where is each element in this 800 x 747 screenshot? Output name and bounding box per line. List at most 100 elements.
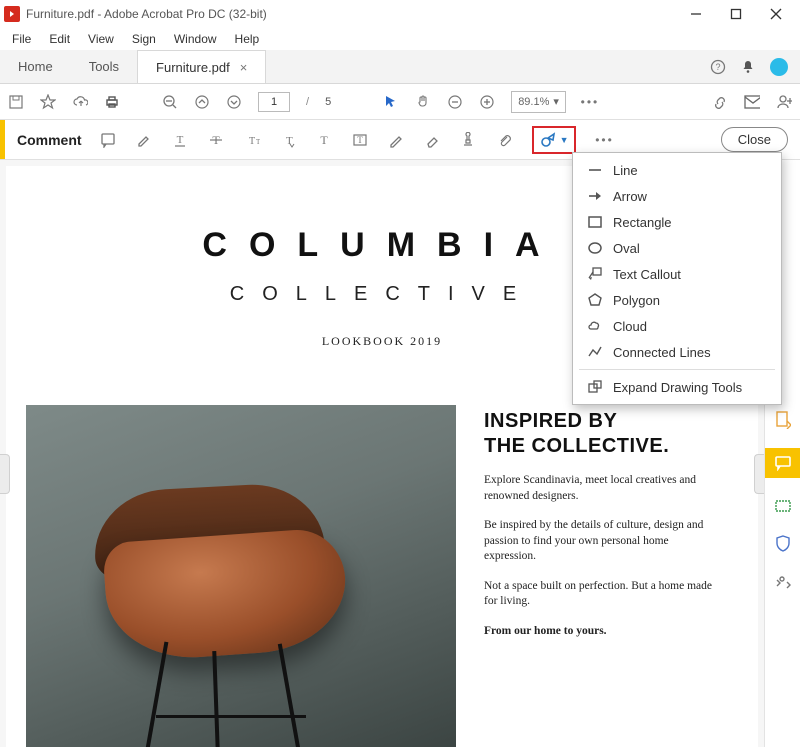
svg-text:T: T bbox=[176, 134, 183, 146]
zoom-out-icon[interactable] bbox=[162, 94, 178, 110]
paragraph-3: Not a space built on perfection. But a h… bbox=[484, 579, 714, 610]
window-title: Furniture.pdf - Adobe Acrobat Pro DC (32… bbox=[26, 7, 676, 21]
text-callout-icon bbox=[587, 266, 603, 282]
menu-item-label: Text Callout bbox=[613, 267, 681, 282]
hand-tool-icon[interactable] bbox=[415, 94, 431, 110]
main-toolbar: 1 / 5 89.1%▾ ••• bbox=[0, 84, 800, 120]
menu-item-cloud[interactable]: Cloud bbox=[573, 313, 781, 339]
sticky-note-icon[interactable] bbox=[100, 132, 116, 148]
menu-item-label: Cloud bbox=[613, 319, 647, 334]
text-box-icon[interactable]: T bbox=[352, 132, 368, 148]
svg-text:T: T bbox=[320, 133, 328, 147]
product-image bbox=[26, 405, 456, 747]
replace-text-icon[interactable]: TT bbox=[244, 132, 260, 148]
oval-icon bbox=[587, 240, 603, 256]
page-sep: / bbox=[306, 96, 309, 108]
minimize-button[interactable] bbox=[676, 0, 716, 28]
svg-text:?: ? bbox=[715, 62, 720, 72]
star-icon[interactable] bbox=[40, 94, 56, 110]
menu-window[interactable]: Window bbox=[166, 30, 225, 48]
menu-item-polygon[interactable]: Polygon bbox=[573, 287, 781, 313]
zoom-select[interactable]: 89.1%▾ bbox=[511, 91, 566, 113]
left-panel-toggle[interactable] bbox=[0, 454, 10, 494]
close-button[interactable]: Close bbox=[721, 127, 788, 152]
insert-text-icon[interactable]: T bbox=[280, 132, 296, 148]
menu-bar: File Edit View Sign Window Help bbox=[0, 28, 800, 50]
stamp-icon[interactable] bbox=[460, 132, 476, 148]
tab-close-icon[interactable]: × bbox=[240, 60, 248, 75]
pencil-icon[interactable] bbox=[388, 132, 404, 148]
rectangle-icon bbox=[587, 214, 603, 230]
svg-text:T: T bbox=[286, 135, 293, 147]
attachment-icon[interactable] bbox=[496, 132, 512, 148]
highlight-icon[interactable] bbox=[136, 132, 152, 148]
add-text-icon[interactable]: T bbox=[316, 132, 332, 148]
user-avatar[interactable] bbox=[770, 58, 788, 76]
close-window-button[interactable] bbox=[756, 0, 796, 28]
expand-icon bbox=[587, 379, 603, 395]
comment-tool-icon[interactable] bbox=[765, 448, 800, 478]
menu-file[interactable]: File bbox=[4, 30, 39, 48]
svg-text:T: T bbox=[357, 135, 363, 145]
menu-edit[interactable]: Edit bbox=[41, 30, 78, 48]
connected-lines-icon bbox=[587, 344, 603, 360]
menu-item-oval[interactable]: Oval bbox=[573, 235, 781, 261]
strikethrough-icon[interactable]: T bbox=[208, 132, 224, 148]
zoom-plus-icon[interactable] bbox=[479, 94, 495, 110]
bell-icon[interactable] bbox=[740, 59, 756, 75]
menu-item-text-callout[interactable]: Text Callout bbox=[573, 261, 781, 287]
menu-view[interactable]: View bbox=[80, 30, 122, 48]
protect-icon[interactable] bbox=[773, 534, 793, 554]
share-link-icon[interactable] bbox=[712, 94, 728, 110]
menu-item-label: Line bbox=[613, 163, 638, 178]
selection-tool-icon[interactable] bbox=[383, 94, 399, 110]
tab-tools[interactable]: Tools bbox=[71, 50, 137, 83]
more-icon[interactable]: ••• bbox=[596, 132, 612, 148]
app-icon bbox=[4, 6, 20, 22]
page-up-icon[interactable] bbox=[194, 94, 210, 110]
eraser-icon[interactable] bbox=[424, 132, 440, 148]
tab-document[interactable]: Furniture.pdf × bbox=[137, 50, 266, 83]
menu-help[interactable]: Help bbox=[227, 30, 268, 48]
paragraph-1: Explore Scandinavia, meet local creative… bbox=[484, 473, 714, 504]
menu-item-rectangle[interactable]: Rectangle bbox=[573, 209, 781, 235]
menu-item-label: Polygon bbox=[613, 293, 660, 308]
export-pdf-icon[interactable] bbox=[773, 410, 793, 430]
cloud-upload-icon[interactable] bbox=[72, 94, 88, 110]
cloud-icon bbox=[587, 318, 603, 334]
chevron-down-icon: ▾ bbox=[553, 95, 559, 108]
maximize-button[interactable] bbox=[716, 0, 756, 28]
menu-item-connected-lines[interactable]: Connected Lines bbox=[573, 339, 781, 365]
tab-home[interactable]: Home bbox=[0, 50, 71, 83]
underline-text-icon[interactable]: T bbox=[172, 132, 188, 148]
arrow-icon bbox=[587, 188, 603, 204]
save-icon[interactable] bbox=[8, 94, 24, 110]
help-icon[interactable]: ? bbox=[710, 59, 726, 75]
menu-item-label: Rectangle bbox=[613, 215, 672, 230]
right-panel-toggle[interactable] bbox=[754, 454, 764, 494]
section-heading-1: INSPIRED BY bbox=[484, 409, 738, 434]
page-down-icon[interactable] bbox=[226, 94, 242, 110]
drawing-tools-button[interactable]: ▼ bbox=[532, 126, 577, 154]
menu-item-line[interactable]: Line bbox=[573, 157, 781, 183]
menu-item-label: Oval bbox=[613, 241, 640, 256]
chevron-down-icon: ▼ bbox=[560, 135, 569, 145]
title-bar: Furniture.pdf - Adobe Acrobat Pro DC (32… bbox=[0, 0, 800, 28]
more-tools-icon[interactable]: ••• bbox=[582, 94, 598, 110]
email-icon[interactable] bbox=[744, 94, 760, 110]
menu-item-arrow[interactable]: Arrow bbox=[573, 183, 781, 209]
menu-sign[interactable]: Sign bbox=[124, 30, 164, 48]
svg-text:T: T bbox=[256, 138, 260, 146]
tab-document-label: Furniture.pdf bbox=[156, 60, 230, 75]
comment-label: Comment bbox=[5, 132, 94, 148]
add-user-icon[interactable] bbox=[776, 94, 792, 110]
drawing-tools-menu: Line Arrow Rectangle Oval Text Callout P… bbox=[572, 152, 782, 405]
print-icon[interactable] bbox=[104, 94, 120, 110]
paragraph-2: Be inspired by the details of culture, d… bbox=[484, 518, 714, 565]
zoom-minus-icon[interactable] bbox=[447, 94, 463, 110]
scan-ocr-icon[interactable] bbox=[773, 496, 793, 516]
menu-item-expand[interactable]: Expand Drawing Tools bbox=[573, 374, 781, 400]
more-tools-sidebar-icon[interactable] bbox=[773, 572, 793, 592]
page-number-input[interactable]: 1 bbox=[258, 92, 290, 112]
text-column: INSPIRED BY THE COLLECTIVE. Explore Scan… bbox=[484, 405, 738, 747]
